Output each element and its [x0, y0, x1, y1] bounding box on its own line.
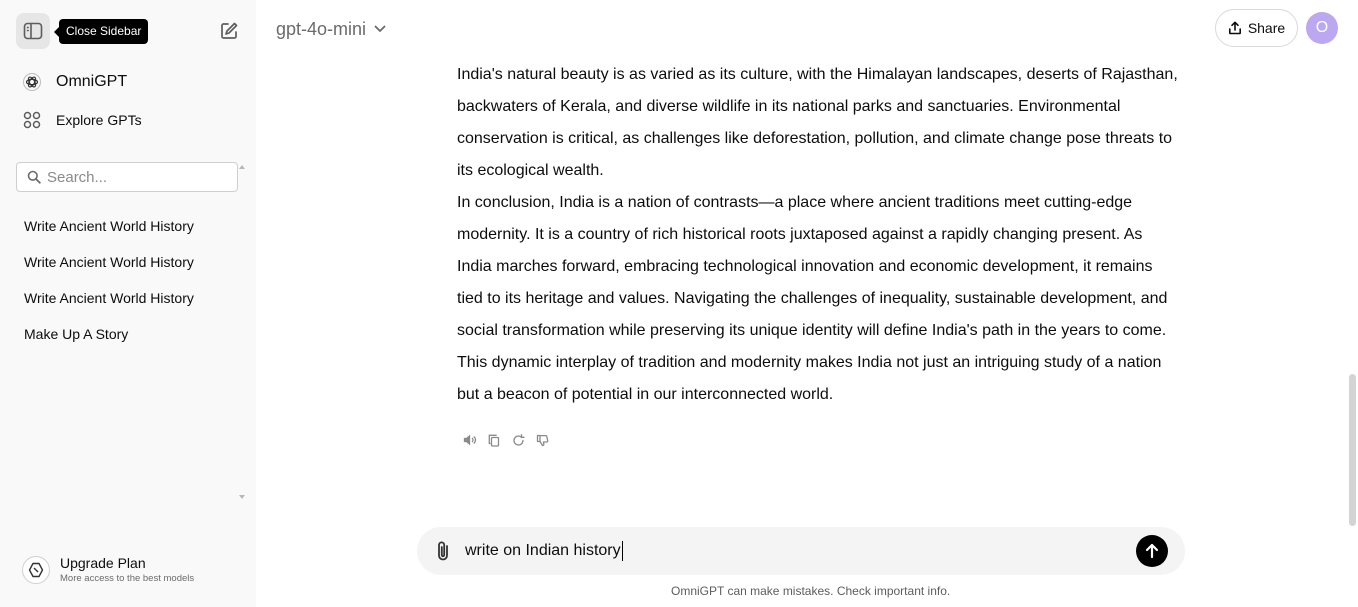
history-item[interactable]: Write Ancient World History [16, 280, 236, 316]
model-name: gpt-4o-mini [276, 18, 367, 39]
upgrade-plan-button[interactable]: Upgrade Plan More access to the best mod… [22, 555, 194, 585]
sidebar: Close Sidebar OmniGPT Explore GPTs Searc… [0, 0, 256, 607]
omnigpt-logo-icon [20, 70, 44, 94]
close-sidebar-button[interactable] [16, 13, 50, 49]
scroll-down-arrow[interactable] [239, 495, 245, 499]
upgrade-subtitle: More access to the best models [60, 573, 195, 584]
sidebar-item-omnigpt[interactable]: OmniGPT [20, 68, 127, 96]
share-button[interactable]: Share [1215, 9, 1298, 47]
disclaimer-text: OmniGPT can make mistakes. Check importa… [671, 584, 951, 598]
message-paragraph: India's natural beauty is as varied as i… [457, 66, 1178, 179]
message-composer[interactable]: write on Indian history [417, 527, 1185, 575]
chat-scrollbar[interactable] [1349, 374, 1356, 526]
chat-history-list: Write Ancient World History Write Ancien… [16, 208, 236, 352]
history-item[interactable]: Write Ancient World History [16, 244, 236, 280]
send-button[interactable] [1136, 535, 1168, 567]
close-sidebar-tooltip: Close Sidebar [53, 19, 149, 44]
search-icon [27, 170, 41, 184]
regenerate-icon[interactable] [511, 433, 525, 447]
search-input[interactable] [47, 168, 227, 186]
sidebar-item-explore-gpts[interactable]: Explore GPTs [20, 106, 142, 134]
copy-icon[interactable] [487, 433, 501, 447]
assistant-message: India's natural beauty is as varied as i… [457, 59, 1181, 411]
paperclip-icon[interactable] [433, 539, 453, 563]
new-chat-button[interactable] [216, 18, 242, 44]
share-icon [1228, 21, 1241, 35]
upgrade-icon [22, 556, 50, 584]
search-box[interactable] [16, 162, 238, 192]
message-actions [463, 433, 549, 447]
sidebar-item-label: Explore GPTs [56, 112, 142, 128]
upgrade-title: Upgrade Plan [60, 555, 146, 571]
grid-icon [20, 108, 44, 132]
share-label: Share [1247, 20, 1286, 36]
avatar[interactable]: O [1306, 12, 1338, 44]
history-item[interactable]: Make Up A Story [16, 316, 236, 352]
history-item[interactable]: Write Ancient World History [16, 208, 236, 244]
sidebar-item-label: OmniGPT [56, 73, 128, 90]
message-paragraph: In conclusion, India is a nation of cont… [457, 194, 1168, 403]
scroll-up-arrow[interactable] [239, 165, 245, 169]
thumbs-down-icon[interactable] [535, 433, 549, 447]
message-input[interactable]: write on Indian history [465, 541, 623, 561]
speaker-icon[interactable] [463, 433, 477, 447]
arrow-up-icon [1145, 543, 1159, 559]
model-selector[interactable]: gpt-4o-mini [276, 16, 386, 42]
chevron-down-icon [374, 25, 386, 32]
edit-icon [221, 22, 238, 39]
sidebar-toggle-icon [23, 22, 43, 40]
